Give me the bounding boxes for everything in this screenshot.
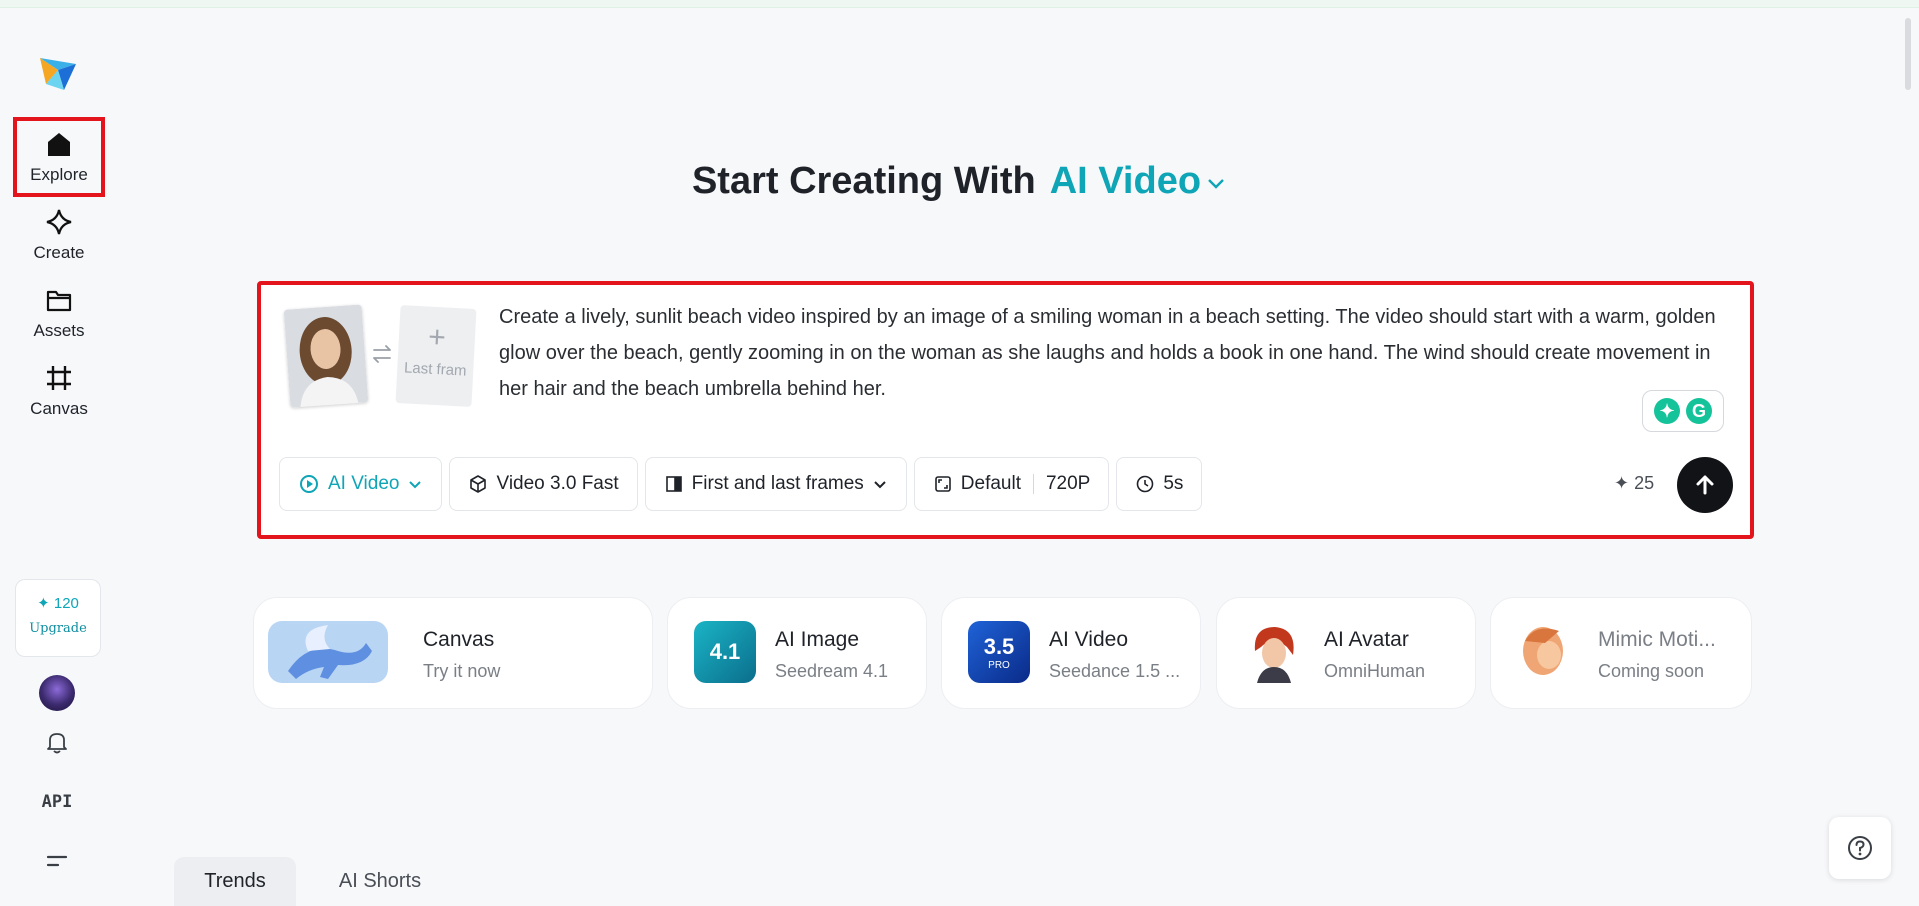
seedream-image: 4.1 bbox=[694, 621, 756, 683]
tab-label: AI Shorts bbox=[338, 870, 422, 892]
upgrade-link[interactable]: Upgrade bbox=[16, 621, 100, 636]
duration-label: 5s bbox=[1163, 473, 1184, 494]
question-mark-icon bbox=[1848, 836, 1872, 860]
frames-dropdown[interactable]: First and last frames bbox=[644, 457, 907, 511]
aspect-ratio-icon bbox=[934, 476, 951, 492]
feature-subtitle: Try it now bbox=[423, 661, 501, 681]
feature-title: AI Avatar bbox=[1324, 628, 1409, 651]
sidebar-item-label: Canvas bbox=[30, 399, 88, 418]
tab-label: Trends bbox=[204, 870, 266, 892]
feature-card-ai-avatar[interactable]: AI Avatar OmniHuman bbox=[1216, 597, 1476, 709]
sidebar: Explore Create Assets Canvas ✦ 120 Upgra… bbox=[0, 8, 118, 906]
ratio-label: Default bbox=[960, 473, 1021, 494]
menu-icon[interactable] bbox=[39, 844, 75, 880]
swap-icon[interactable] bbox=[369, 341, 395, 367]
feature-badge: 3.5 bbox=[983, 634, 1015, 659]
feature-title: Mimic Moti... bbox=[1598, 628, 1716, 651]
feature-card-ai-video[interactable]: 3.5 PRO AI Video Seedance 1.5 ... bbox=[941, 597, 1201, 709]
mode-selector-label: AI Video bbox=[1049, 160, 1202, 202]
feature-subtitle: OmniHuman bbox=[1324, 661, 1426, 681]
tab-trends[interactable]: Trends bbox=[174, 857, 296, 906]
plus-icon: + bbox=[427, 320, 447, 355]
sidebar-item-create[interactable]: Create bbox=[15, 197, 103, 273]
arrow-up-icon bbox=[1696, 475, 1714, 495]
last-frame-upload[interactable]: + Last fram bbox=[395, 305, 477, 407]
help-button[interactable] bbox=[1829, 817, 1891, 879]
ratio-resolution-selector[interactable]: Default 720P bbox=[913, 457, 1110, 511]
prompt-input[interactable]: Create a lively, sunlit beach video insp… bbox=[499, 299, 1719, 407]
user-avatar[interactable] bbox=[39, 675, 75, 711]
model-selector[interactable]: Video 3.0 Fast bbox=[449, 457, 638, 511]
sidebar-item-assets[interactable]: Assets bbox=[15, 275, 103, 351]
home-icon bbox=[48, 133, 70, 156]
generation-toolbar: AI Video Video 3.0 Fast First and last f… bbox=[279, 457, 1203, 511]
feature-title: Canvas bbox=[423, 628, 495, 651]
pegasus-image bbox=[268, 621, 388, 683]
mimic-motion-image bbox=[1515, 621, 1577, 683]
feature-subtitle: Seedance 1.5 ... bbox=[1049, 661, 1181, 681]
feature-title: AI Video bbox=[1049, 628, 1129, 651]
last-frame-label: Last fram bbox=[403, 359, 467, 380]
api-link[interactable]: API bbox=[39, 784, 75, 820]
feature-card-ai-image[interactable]: 4.1 AI Image Seedream 4.1 bbox=[667, 597, 927, 709]
cube-icon bbox=[470, 475, 487, 493]
credits-upgrade-box[interactable]: ✦ 120 Upgrade bbox=[15, 579, 101, 657]
mode-selector[interactable]: AI Video bbox=[1050, 160, 1227, 202]
video-play-icon bbox=[300, 475, 318, 493]
avatar-character-image bbox=[1243, 621, 1305, 683]
diamond-icon bbox=[46, 209, 72, 235]
title-prefix: Start Creating With bbox=[691, 160, 1036, 202]
prompt-panel: + Last fram Create a lively, sunlit beac… bbox=[257, 281, 1754, 539]
feature-card-mimic-motion[interactable]: Mimic Moti... Coming soon bbox=[1490, 597, 1752, 709]
generation-cost: ✦ 25 bbox=[1614, 473, 1655, 493]
seedance-image: 3.5 PRO bbox=[968, 621, 1030, 683]
app-logo[interactable] bbox=[36, 50, 80, 94]
credit-count: ✦ 120 bbox=[37, 595, 79, 612]
canvas-icon bbox=[47, 366, 71, 390]
chevron-down-icon bbox=[409, 481, 422, 489]
feature-badge-sub: PRO bbox=[988, 660, 1010, 671]
top-border bbox=[0, 0, 1919, 8]
feature-card-canvas[interactable]: Canvas Try it now bbox=[253, 597, 653, 709]
divider bbox=[1032, 474, 1034, 494]
generate-button[interactable] bbox=[1677, 457, 1733, 513]
clock-icon bbox=[1137, 475, 1154, 493]
writing-assistant-buttons[interactable]: ✦ G bbox=[1642, 390, 1724, 432]
mode-dropdown-label: AI Video bbox=[328, 473, 400, 494]
duration-selector[interactable]: 5s bbox=[1116, 457, 1203, 511]
frames-icon bbox=[665, 476, 682, 492]
bulb-icon[interactable]: ✦ bbox=[1654, 398, 1680, 424]
feature-subtitle: Seedream 4.1 bbox=[775, 661, 889, 681]
chevron-down-icon bbox=[874, 481, 886, 489]
page-scrollbar[interactable] bbox=[1905, 18, 1911, 90]
mode-dropdown[interactable]: AI Video bbox=[279, 457, 443, 511]
sidebar-item-label: Create bbox=[33, 243, 85, 262]
tab-ai-shorts[interactable]: AI Shorts bbox=[312, 857, 448, 906]
folder-icon bbox=[46, 290, 72, 312]
notification-bell-icon[interactable] bbox=[39, 724, 75, 760]
sidebar-item-label: Assets bbox=[33, 321, 85, 340]
model-selector-label: Video 3.0 Fast bbox=[496, 473, 619, 494]
feature-subtitle: Coming soon bbox=[1598, 661, 1705, 681]
chevron-down-icon bbox=[1208, 179, 1224, 189]
api-label: API bbox=[41, 792, 73, 812]
feature-title: AI Image bbox=[775, 628, 860, 651]
feature-badge: 4.1 bbox=[709, 639, 741, 664]
page-title: Start Creating With AI Video bbox=[0, 160, 1919, 203]
grammarly-icon[interactable]: G bbox=[1686, 398, 1712, 424]
frames-dropdown-label: First and last frames bbox=[691, 473, 864, 494]
sidebar-item-canvas[interactable]: Canvas bbox=[15, 353, 103, 429]
first-frame-thumbnail[interactable] bbox=[283, 304, 369, 408]
resolution-label: 720P bbox=[1045, 473, 1091, 494]
